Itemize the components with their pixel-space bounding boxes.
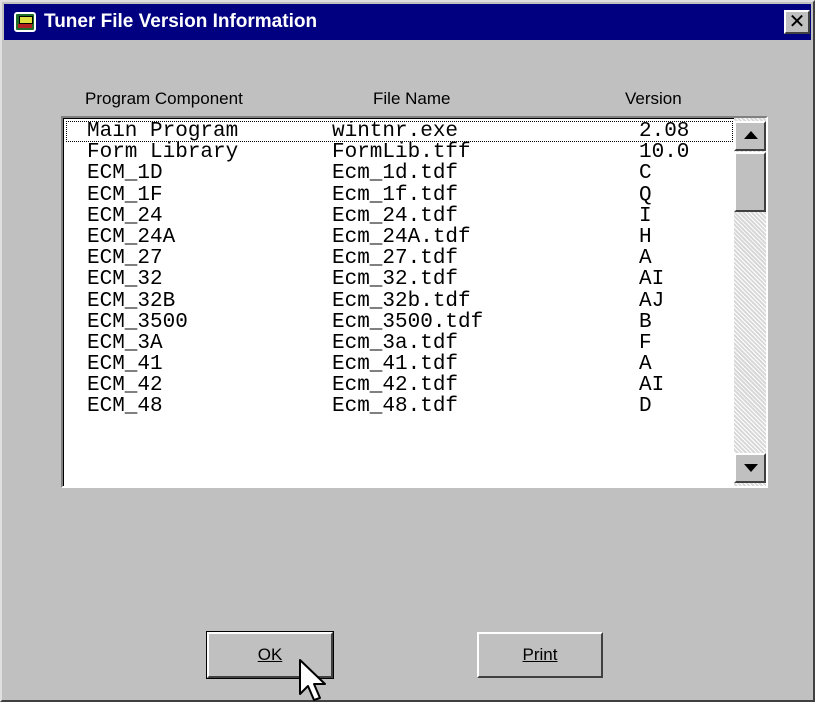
component-cell: ECM_1F bbox=[87, 183, 163, 207]
file-name-cell: Ecm_1f.tdf bbox=[332, 183, 459, 207]
scroll-down-button[interactable] bbox=[734, 453, 766, 483]
version-cell: AJ bbox=[639, 289, 665, 313]
close-button[interactable]: ✕ bbox=[784, 10, 810, 34]
version-cell: A bbox=[639, 247, 652, 271]
vertical-scrollbar[interactable] bbox=[734, 118, 766, 486]
table-row[interactable]: ECM_24 Ecm_24.tdf I bbox=[66, 206, 733, 227]
column-header-program-component: Program Component bbox=[85, 89, 243, 108]
file-name-cell: Ecm_27.tdf bbox=[332, 247, 459, 271]
file-name-cell: wintnr.exe bbox=[332, 121, 459, 143]
file-name-cell: Ecm_32b.tdf bbox=[332, 289, 471, 313]
component-cell: ECM_42 bbox=[87, 374, 163, 398]
file-name-cell: Ecm_3a.tdf bbox=[332, 331, 459, 355]
file-name-cell: Ecm_24.tdf bbox=[332, 204, 459, 228]
version-listbox[interactable]: Main Program wintnr.exe 2.08 Form Library Fo… bbox=[61, 116, 768, 488]
version-cell: I bbox=[639, 204, 652, 228]
table-row[interactable]: ECM_41 Ecm_41.tdf A bbox=[66, 354, 733, 375]
component-cell: ECM_24A bbox=[87, 225, 176, 249]
list-rows: Main Program wintnr.exe 2.08 Form Library Fo… bbox=[66, 121, 733, 485]
component-cell: ECM_24 bbox=[87, 204, 163, 228]
dialog-window: Tuner File Version Information ✕ Program… bbox=[0, 0, 815, 702]
print-button[interactable]: Print bbox=[477, 632, 603, 678]
file-name-cell: Ecm_24A.tdf bbox=[332, 225, 471, 249]
version-cell: C bbox=[639, 162, 652, 186]
file-name-cell: Ecm_41.tdf bbox=[332, 353, 459, 377]
version-cell: 2.08 bbox=[639, 121, 690, 143]
version-cell: H bbox=[639, 225, 652, 249]
component-cell: ECM_41 bbox=[87, 353, 163, 377]
arrow-up-icon bbox=[744, 131, 758, 139]
component-cell: ECM_3500 bbox=[87, 310, 188, 334]
table-row[interactable]: ECM_3500 Ecm_3500.tdf B bbox=[66, 310, 733, 334]
window-title: Tuner File Version Information bbox=[44, 11, 318, 32]
scroll-up-button[interactable] bbox=[734, 121, 766, 151]
file-name-cell: Ecm_42.tdf bbox=[332, 374, 459, 398]
file-name-cell: Ecm_1d.tdf bbox=[332, 162, 459, 186]
table-row[interactable]: ECM_27 Ecm_27.tdf A bbox=[66, 248, 733, 269]
table-row[interactable]: Main Program wintnr.exe 2.08 bbox=[66, 121, 733, 142]
table-row[interactable]: ECM_48 Ecm_48.tdf D bbox=[66, 396, 733, 417]
table-row[interactable]: ECM_32 Ecm_32.tdf AI bbox=[66, 269, 733, 290]
tuner-app-icon[interactable] bbox=[14, 12, 36, 32]
table-row[interactable]: ECM_1D Ecm_1d.tdf C bbox=[66, 163, 733, 184]
table-row[interactable]: Form Library FormLib.tff 10.0 bbox=[66, 142, 733, 163]
component-cell: Form Library bbox=[87, 141, 239, 165]
version-cell: A bbox=[639, 353, 652, 377]
component-cell: ECM_27 bbox=[87, 247, 163, 271]
version-cell: Q bbox=[639, 183, 652, 207]
file-name-cell: Ecm_32.tdf bbox=[332, 268, 459, 292]
column-header-file-name: File Name bbox=[373, 89, 451, 108]
mouse-cursor-icon bbox=[299, 659, 326, 701]
component-cell: Main Program bbox=[87, 121, 239, 143]
component-cell: ECM_32 bbox=[87, 268, 163, 292]
title-bar[interactable]: Tuner File Version Information ✕ bbox=[4, 4, 811, 40]
component-cell: ECM_48 bbox=[87, 395, 163, 419]
version-cell: B bbox=[639, 310, 652, 334]
ok-button-label: OK bbox=[257, 645, 283, 664]
print-button-label: Print bbox=[522, 645, 558, 664]
table-row[interactable]: ECM_3A Ecm_3a.tdf F bbox=[66, 333, 733, 354]
version-cell: AI bbox=[639, 268, 665, 292]
column-header-version: Version bbox=[625, 89, 682, 108]
version-cell: 10.0 bbox=[639, 141, 690, 165]
version-cell: D bbox=[639, 395, 652, 419]
table-row[interactable]: ECM_24A Ecm_24A.tdf H bbox=[66, 227, 733, 248]
file-name-cell: Ecm_48.tdf bbox=[332, 395, 459, 419]
version-cell: AI bbox=[639, 374, 665, 398]
component-cell: ECM_32B bbox=[87, 289, 176, 313]
table-row[interactable]: ECM_32B Ecm_32b.tdf AJ bbox=[66, 289, 733, 313]
arrow-down-icon bbox=[744, 464, 758, 472]
file-name-cell: Ecm_3500.tdf bbox=[332, 310, 484, 334]
file-name-cell: FormLib.tff bbox=[332, 141, 471, 165]
table-row[interactable]: ECM_1F Ecm_1f.tdf Q bbox=[66, 183, 733, 207]
scrollbar-thumb[interactable] bbox=[734, 152, 766, 212]
table-row[interactable]: ECM_42 Ecm_42.tdf AI bbox=[66, 375, 733, 396]
component-cell: ECM_3A bbox=[87, 331, 163, 355]
close-icon: ✕ bbox=[788, 9, 806, 33]
version-cell: F bbox=[639, 331, 652, 355]
component-cell: ECM_1D bbox=[87, 162, 163, 186]
